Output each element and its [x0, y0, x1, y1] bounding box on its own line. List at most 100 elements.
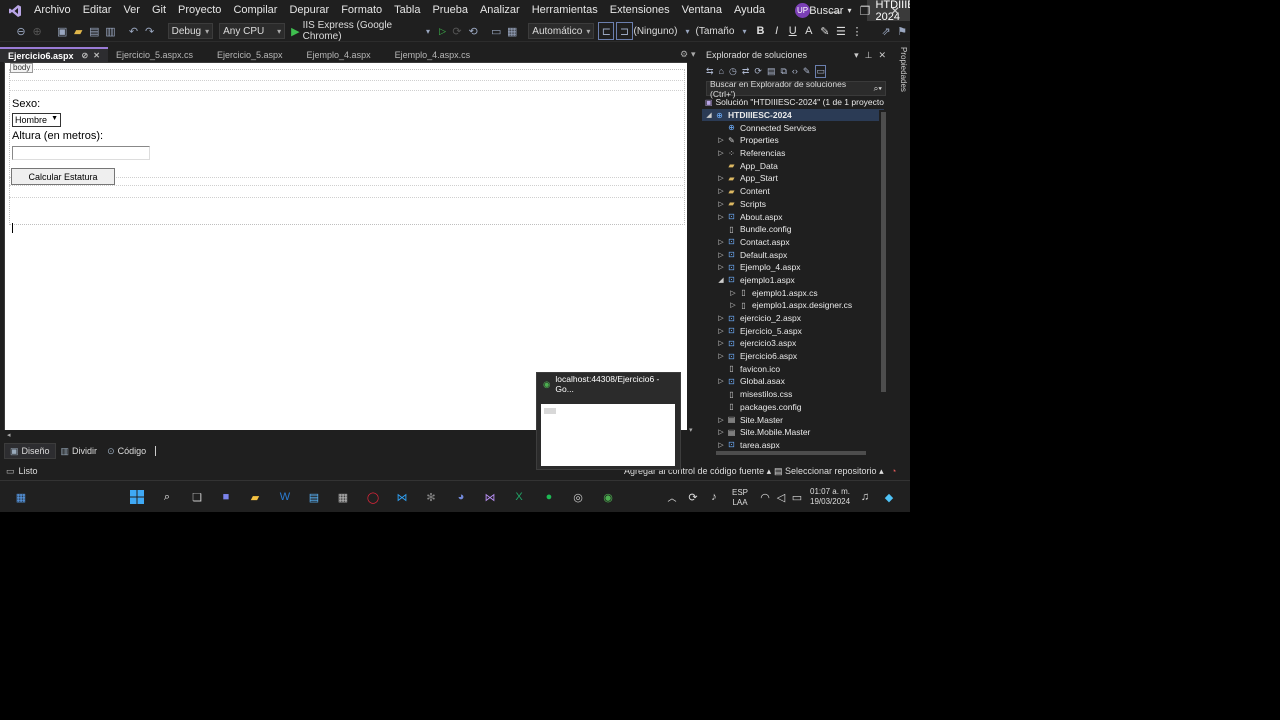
scroll-left-icon[interactable]: ◂ — [7, 431, 11, 439]
discord-icon[interactable]: ◕ — [453, 489, 469, 505]
sync-icon[interactable]: ⇆ — [706, 66, 714, 77]
bold-icon[interactable]: B — [753, 23, 767, 39]
tab-ejercicio-5-aspx[interactable]: Ejercicio_5.aspx — [209, 47, 291, 62]
word-icon[interactable]: W — [277, 489, 293, 505]
underline-icon[interactable]: U — [786, 23, 800, 39]
scroll-down-icon[interactable]: ▾ — [689, 426, 693, 434]
share-icon[interactable]: ⇗ — [879, 23, 893, 39]
preview-thumbnail[interactable] — [541, 404, 675, 466]
menu-ver[interactable]: Ver — [117, 0, 146, 21]
menu-compilar[interactable]: Compilar — [227, 0, 283, 21]
collapse-icon[interactable]: ◢ — [716, 276, 726, 284]
refresh-icon[interactable]: ⟳ — [754, 66, 762, 77]
tree-item[interactable]: ▷ ⊡ Default.aspx — [702, 248, 884, 261]
block-format-icon[interactable]: ⊏ — [598, 22, 615, 40]
close-icon[interactable]: ✕ — [93, 51, 100, 60]
element-format-icon[interactable]: ⊐ — [616, 22, 633, 40]
pin-icon[interactable]: ⊥ — [865, 50, 873, 61]
solution-node[interactable]: ▣ Solución "HTDIIIESC-2024" (1 de 1 proy… — [702, 96, 884, 109]
notepad-icon[interactable]: ▤ — [306, 489, 322, 505]
opera-icon[interactable]: ◯ — [365, 489, 381, 505]
react-icon[interactable]: ✻ — [423, 489, 439, 505]
menu-ayuda[interactable]: Ayuda — [728, 0, 771, 21]
close-icon[interactable]: ✕ — [878, 50, 886, 61]
redo-icon[interactable]: ↷ — [143, 23, 157, 39]
tree-item[interactable]: ▯ favicon.ico — [702, 362, 884, 375]
chevron-down-icon[interactable]: ▾ — [737, 23, 751, 39]
expand-icon[interactable]: ▷ — [716, 428, 726, 436]
tree-item[interactable]: ▯ Bundle.config — [702, 223, 884, 236]
tab-ejemplo-4-aspx-cs[interactable]: Ejemplo_4.aspx.cs — [387, 47, 479, 62]
notification-icon[interactable]: ◔ — [891, 466, 896, 476]
home-icon[interactable]: ⌂ — [719, 66, 724, 76]
undo-icon[interactable]: ↶ — [126, 23, 140, 39]
expand-icon[interactable]: ▷ — [716, 327, 726, 335]
back-icon[interactable]: ⊖ — [14, 23, 28, 39]
expand-icon[interactable]: ▷ — [716, 238, 726, 246]
tree-item[interactable]: ▷ ⊡ Ejercicio_5.aspx — [702, 324, 884, 337]
tree-item[interactable]: ▷ ▯ ejemplo1.aspx.designer.cs — [702, 299, 884, 312]
wifi-icon[interactable]: ◠ — [757, 489, 773, 505]
scrollbar-thumb[interactable] — [716, 451, 866, 455]
tree-item[interactable]: ▷ ▰ Scripts — [702, 198, 884, 211]
italic-icon[interactable]: I — [770, 23, 784, 39]
expand-icon[interactable]: ▷ — [716, 213, 726, 221]
tree-item[interactable]: ▷ ▤ Site.Mobile.Master — [702, 426, 884, 439]
calcular-estatura-button[interactable]: Calcular Estatura — [11, 168, 115, 185]
task-view-icon[interactable]: ❏ — [189, 489, 205, 505]
tree-item[interactable]: ▷ ⊡ About.aspx — [702, 210, 884, 223]
start-icon[interactable] — [129, 489, 145, 505]
properties-side-tab[interactable]: Propiedades — [892, 47, 908, 107]
menu-ventana[interactable]: Ventana — [676, 0, 728, 21]
platform-select[interactable]: Any CPU ▾ — [219, 23, 286, 39]
select-repository-button[interactable]: ▤ Seleccionar repositorio ▴ — [774, 466, 884, 477]
menu-archivo[interactable]: Archivo — [28, 0, 77, 21]
teams-icon[interactable]: ■ — [218, 489, 234, 505]
solution-search-input[interactable]: Buscar en Explorador de soluciones (Ctrl… — [706, 79, 886, 99]
run-icon[interactable]: ▶ — [291, 25, 299, 38]
volume-icon[interactable]: ◁ — [773, 489, 789, 505]
history-icon[interactable]: ◷ — [729, 66, 737, 77]
expand-icon[interactable]: ▷ — [716, 416, 726, 424]
tree-item[interactable]: ▷ ▯ ejemplo1.aspx.cs — [702, 286, 884, 299]
chrome-icon[interactable]: ◉ — [600, 489, 616, 505]
spotify-icon[interactable]: ● — [541, 489, 557, 505]
run-target-label[interactable]: IIS Express (Google Chrome) — [303, 20, 418, 42]
file-explorer-icon[interactable]: ▰ — [247, 489, 263, 505]
gear-icon[interactable]: ⚙ — [680, 49, 688, 60]
list-icon[interactable]: ⋮ — [850, 23, 864, 39]
microphone-icon[interactable]: ♪ — [706, 489, 722, 505]
tree-item[interactable]: ▷ ⊡ Global.asax — [702, 375, 884, 388]
menu-tabla[interactable]: Tabla — [388, 0, 426, 21]
tab-ejercicio6-aspx[interactable]: Ejercicio6.aspx ⊘ ✕ — [0, 47, 108, 62]
editor-vertical-scrollbar[interactable]: ▾ — [687, 62, 698, 442]
avatar[interactable]: UP — [795, 3, 810, 18]
expand-icon[interactable]: ▷ — [728, 301, 738, 309]
feedback-icon[interactable]: ⚑ — [895, 23, 909, 39]
run-without-debug-icon[interactable]: ▷ — [439, 26, 446, 37]
tree-item[interactable]: ▷ ⊡ Ejemplo_4.aspx — [702, 261, 884, 274]
input-language[interactable]: ESP LAA — [732, 488, 748, 508]
tab-dividir[interactable]: ▥ Dividir — [56, 444, 103, 458]
menu-editar[interactable]: Editar — [77, 0, 118, 21]
expand-icon[interactable]: ▷ — [716, 314, 726, 322]
chevron-up-icon[interactable]: ︿ — [664, 489, 680, 505]
menu-proyecto[interactable]: Proyecto — [172, 0, 227, 21]
sync-icon[interactable]: ⟳ — [685, 489, 701, 505]
tree-item[interactable]: ▷ ⊡ Contact.aspx — [702, 236, 884, 249]
close-button[interactable]: ✕ — [880, 0, 910, 21]
menu-depurar[interactable]: Depurar — [283, 0, 335, 21]
tree-item[interactable]: ◢ ⊡ ejemplo1.aspx — [702, 274, 884, 287]
font-color-icon[interactable]: A — [802, 23, 816, 39]
menu-formato[interactable]: Formato — [335, 0, 388, 21]
clock[interactable]: 01:07 a. m. 19/03/2024 — [810, 487, 850, 507]
chevron-down-icon[interactable]: ▾ — [854, 50, 859, 61]
chevron-down-icon[interactable]: ▾ — [680, 23, 694, 39]
chevron-down-icon[interactable]: ▾ — [691, 49, 696, 60]
expand-icon[interactable]: ▷ — [716, 441, 726, 449]
chevron-down-icon[interactable]: ▾ — [421, 23, 435, 39]
tree-item[interactable]: ▯ misestilos.css — [702, 388, 884, 401]
tab-ejemplo-4-aspx[interactable]: Ejemplo_4.aspx — [299, 47, 379, 62]
save-all-icon[interactable]: ▥ — [103, 23, 117, 39]
taskbar-window-preview[interactable]: ◉ localhost:44308/Ejercicio6 - Go... — [536, 372, 681, 470]
